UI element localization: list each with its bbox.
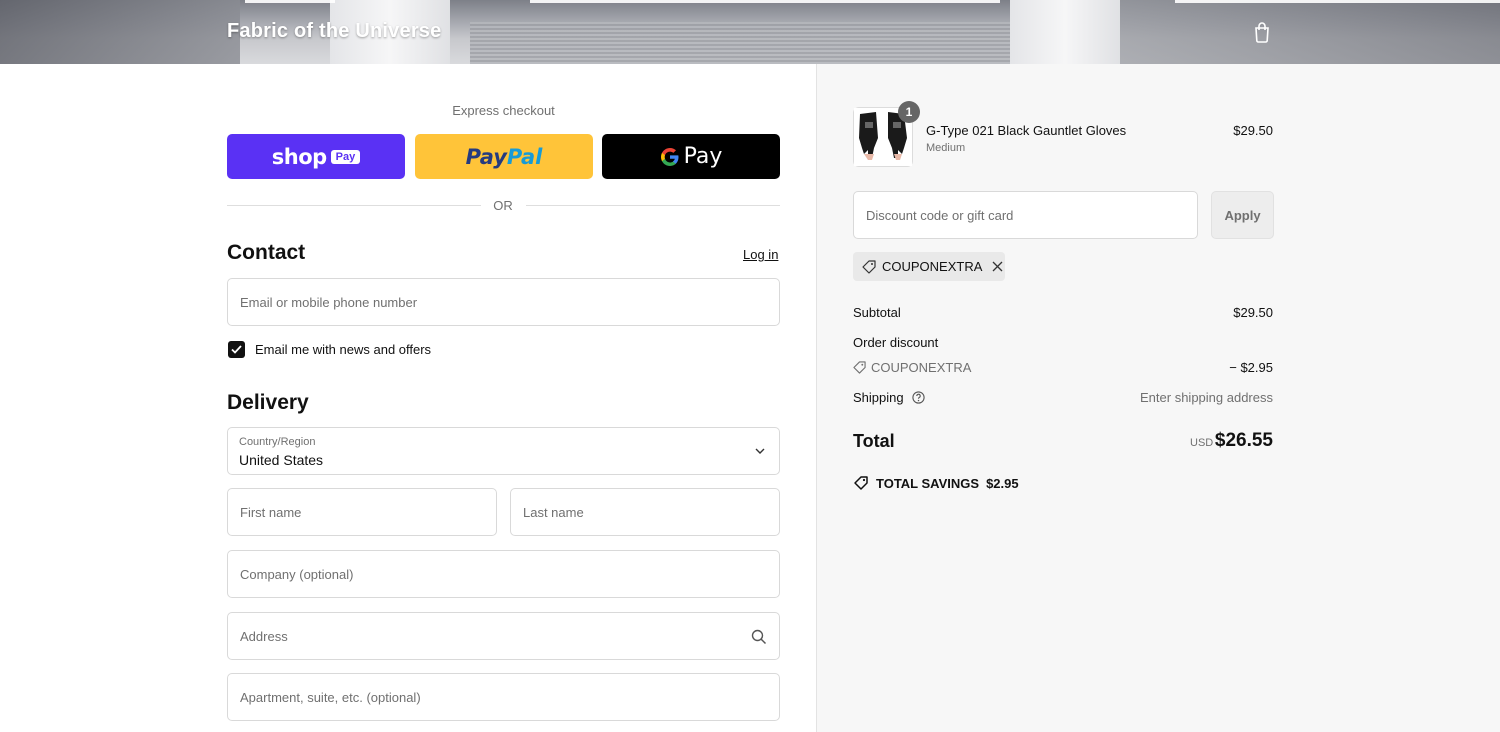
close-icon [992, 261, 1003, 272]
product-price: $29.50 [1233, 123, 1273, 138]
product-name: G-Type 021 Black Gauntlet Gloves [926, 123, 1127, 138]
shop-pay-word: shop [271, 144, 327, 169]
paypal-logo: PayPal [465, 144, 543, 169]
google-g-icon [660, 147, 679, 166]
shipping-row: Shipping [853, 390, 925, 405]
address-field[interactable] [228, 613, 779, 659]
log-in-link[interactable]: Log in [743, 247, 778, 262]
banner-light [245, 0, 335, 3]
discount-value: − $2.95 [1229, 360, 1273, 375]
total-value: $26.55 [1214, 430, 1273, 451]
shopping-bag-icon[interactable] [1252, 21, 1272, 43]
tag-icon [862, 259, 876, 274]
delivery-title: Delivery [227, 391, 309, 414]
newsletter-label: Email me with news and offers [255, 342, 432, 357]
country-select[interactable]: Country/Region United States [227, 427, 780, 475]
apply-discount-button[interactable]: Apply [1211, 191, 1274, 239]
help-circle-icon[interactable] [912, 391, 925, 404]
banner-shutter [470, 22, 1010, 64]
or-divider-text: OR [493, 198, 513, 213]
shipping-value: Enter shipping address [1140, 390, 1273, 405]
express-checkout-label: Express checkout [452, 103, 555, 118]
banner-shade-left [0, 0, 240, 64]
country-select-value: United States [239, 452, 324, 468]
google-pay-logo: Pay [660, 144, 723, 169]
or-divider-left [227, 205, 481, 206]
country-select-label: Country/Region [239, 436, 316, 448]
total-savings-label: TOTAL SAVINGS [876, 475, 980, 491]
paypal-button[interactable]: PayPal [415, 134, 593, 179]
discount-field-wrapper [853, 191, 1198, 239]
tag-icon [853, 361, 866, 374]
shipping-label: Shipping [853, 390, 904, 405]
email-field-wrapper [227, 278, 780, 326]
shop-pay-pill: Pay [330, 149, 361, 164]
applied-coupon-code: COUPONEXTRA [882, 259, 983, 274]
newsletter-checkbox[interactable] [228, 341, 245, 358]
first-name-field[interactable] [228, 489, 496, 535]
total-savings-row: TOTAL SAVINGS $2.95 [853, 475, 1019, 491]
banner-shade-right [1120, 0, 1500, 64]
search-icon [751, 629, 767, 645]
subtotal-label: Subtotal [853, 305, 901, 320]
product-variant: Medium [926, 142, 966, 154]
header-banner: Fabric of the Universe [0, 0, 1500, 64]
total-currency: USD [1190, 437, 1214, 449]
apartment-field[interactable] [228, 674, 779, 720]
email-field[interactable] [228, 279, 779, 325]
or-divider-right [526, 205, 780, 206]
company-field[interactable] [228, 551, 779, 597]
discount-code-field[interactable] [854, 192, 1197, 238]
last-name-wrapper [510, 488, 780, 536]
address-wrapper [227, 612, 780, 660]
banner-light [530, 0, 1000, 3]
applied-coupon-chip: COUPONEXTRA [853, 252, 1005, 281]
order-discount-label: Order discount [853, 335, 939, 350]
google-pay-word: Pay [683, 144, 723, 169]
quantity-badge: 1 [898, 101, 920, 123]
discount-code-row: COUPONEXTRA [853, 360, 971, 375]
discount-code-text: COUPONEXTRA [871, 360, 972, 375]
total-label: Total [853, 431, 895, 451]
company-wrapper [227, 550, 780, 598]
subtotal-value: $29.50 [1233, 305, 1273, 320]
store-brand[interactable]: Fabric of the Universe [227, 20, 441, 43]
remove-coupon-button[interactable] [992, 261, 1003, 272]
total-savings-value: $2.95 [986, 475, 1019, 491]
banner-light [1175, 0, 1500, 3]
apartment-wrapper [227, 673, 780, 721]
google-pay-button[interactable]: Pay [602, 134, 780, 179]
chevron-down-icon [755, 448, 765, 454]
savings-tag-icon [854, 476, 868, 490]
checkmark-icon [231, 345, 242, 354]
contact-title: Contact [227, 241, 306, 264]
first-name-wrapper [227, 488, 497, 536]
shop-pay-button[interactable]: shop Pay [227, 134, 405, 179]
last-name-field[interactable] [511, 489, 779, 535]
banner-pillar [1010, 0, 1120, 64]
